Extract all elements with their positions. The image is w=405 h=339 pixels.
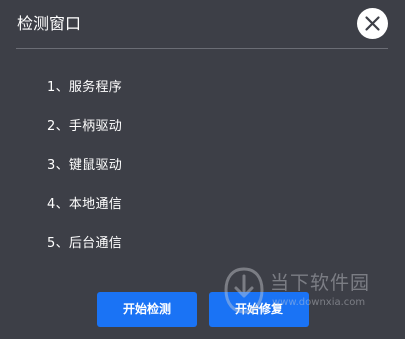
check-item-local-communication: 4、本地通信 (47, 197, 123, 212)
check-item-service: 1、服务程序 (47, 80, 123, 95)
check-item-backend-communication: 5、后台通信 (47, 236, 123, 251)
dialog-title: 检测窗口 (17, 14, 82, 33)
title-divider (16, 48, 388, 49)
watermark-title: 当下软件园 (270, 272, 371, 294)
check-item-keyboard-mouse-driver: 3、键鼠驱动 (47, 158, 123, 173)
check-item-gamepad-driver: 2、手柄驱动 (47, 119, 123, 134)
watermark: 当下软件园 www.downxia.com (220, 262, 400, 322)
close-icon (365, 16, 380, 31)
watermark-url: www.downxia.com (272, 297, 366, 308)
downxia-logo-icon (224, 267, 264, 314)
check-item-list: 1、服务程序 2、手柄驱动 3、键鼠驱动 4、本地通信 5、后台通信 (47, 80, 122, 275)
start-detection-button[interactable]: 开始检测 (97, 292, 197, 327)
detection-dialog: 检测窗口 1、服务程序 2、手柄驱动 3、键鼠驱动 4、本地通信 5、后台通信 … (0, 0, 405, 339)
close-button[interactable] (357, 8, 388, 39)
